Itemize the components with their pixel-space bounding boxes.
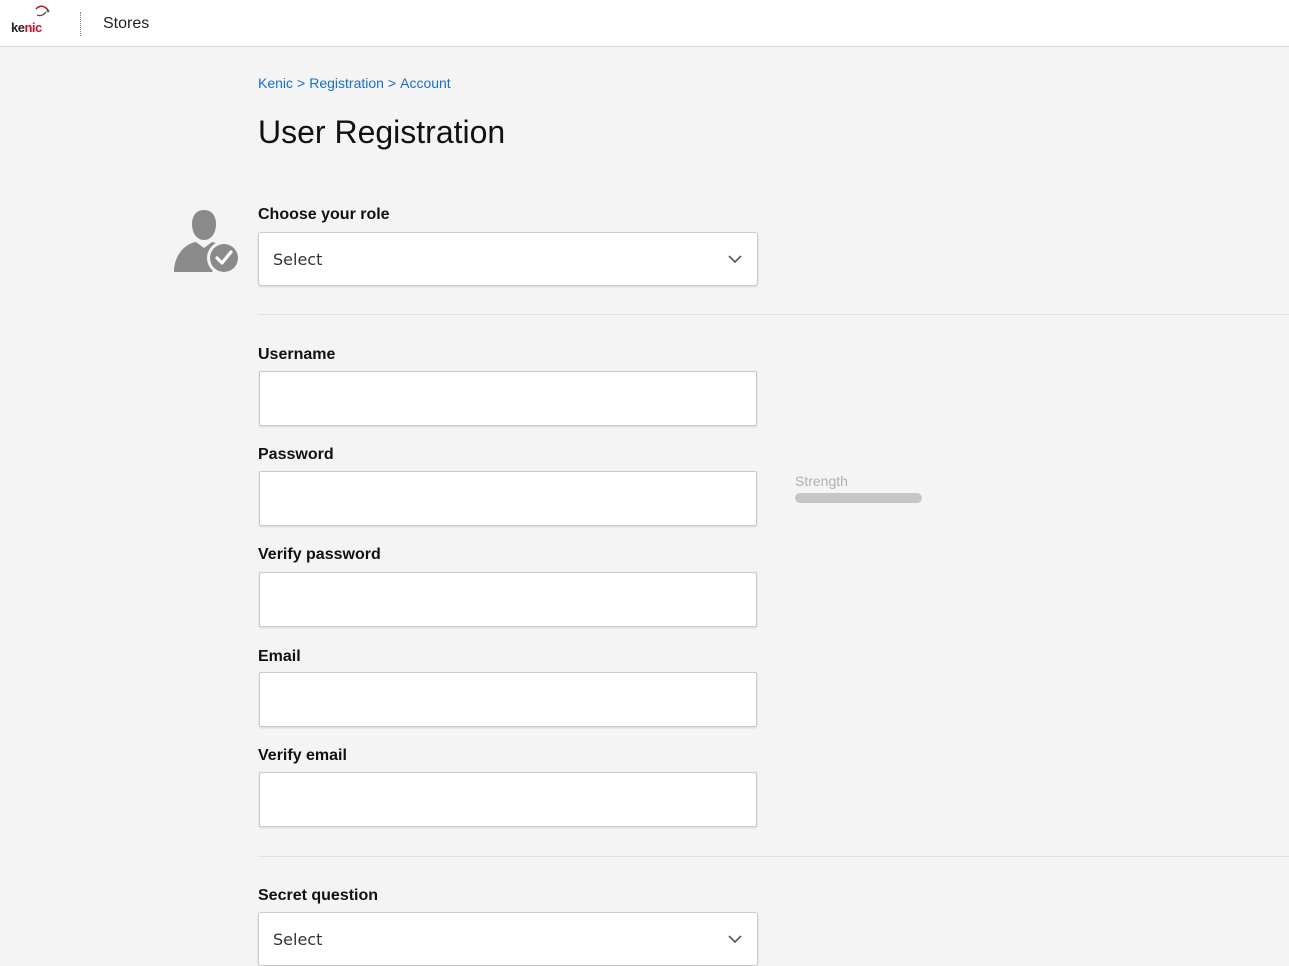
username-label: Username bbox=[258, 346, 336, 363]
role-select[interactable]: Select bbox=[258, 232, 758, 286]
kenic-logo[interactable]: kenic bbox=[11, 2, 55, 42]
header-divider bbox=[80, 12, 81, 36]
chevron-down-icon bbox=[728, 935, 742, 944]
breadcrumb-separator: > bbox=[297, 75, 306, 91]
verify-email-input[interactable] bbox=[259, 772, 757, 827]
breadcrumb-item-registration[interactable]: Registration bbox=[309, 75, 384, 91]
verify-password-input[interactable] bbox=[259, 572, 757, 627]
secret-question-select[interactable]: Select bbox=[258, 912, 758, 966]
secret-question-label: Secret question bbox=[258, 887, 379, 904]
logo-swoosh-icon bbox=[35, 5, 50, 17]
breadcrumb-item-account[interactable]: Account bbox=[400, 75, 451, 91]
page-title: User Registration bbox=[258, 114, 506, 150]
section-divider bbox=[258, 856, 1289, 857]
role-select-value: Select bbox=[273, 250, 323, 269]
verify-email-label: Verify email bbox=[258, 747, 347, 764]
verify-password-label: Verify password bbox=[258, 546, 381, 563]
breadcrumb-separator: > bbox=[387, 75, 397, 91]
password-label: Password bbox=[258, 446, 334, 463]
email-input[interactable] bbox=[259, 672, 757, 727]
logo-text: kenic bbox=[11, 20, 42, 35]
password-strength: Strength bbox=[795, 473, 922, 503]
breadcrumb: Kenic > Registration > Account bbox=[258, 75, 451, 91]
top-bar: kenic Stores bbox=[0, 0, 1289, 47]
section-divider bbox=[258, 314, 1289, 315]
email-label: Email bbox=[258, 648, 301, 665]
user-check-icon bbox=[174, 210, 241, 274]
chevron-down-icon bbox=[728, 255, 742, 264]
password-input[interactable] bbox=[259, 471, 757, 526]
strength-bar bbox=[795, 493, 922, 503]
strength-label: Strength bbox=[795, 473, 848, 489]
secret-question-select-value: Select bbox=[273, 930, 323, 949]
breadcrumb-item-kenic[interactable]: Kenic bbox=[258, 75, 293, 91]
nav-stores-link[interactable]: Stores bbox=[103, 15, 149, 33]
username-input[interactable] bbox=[259, 371, 757, 426]
role-label: Choose your role bbox=[258, 206, 390, 223]
